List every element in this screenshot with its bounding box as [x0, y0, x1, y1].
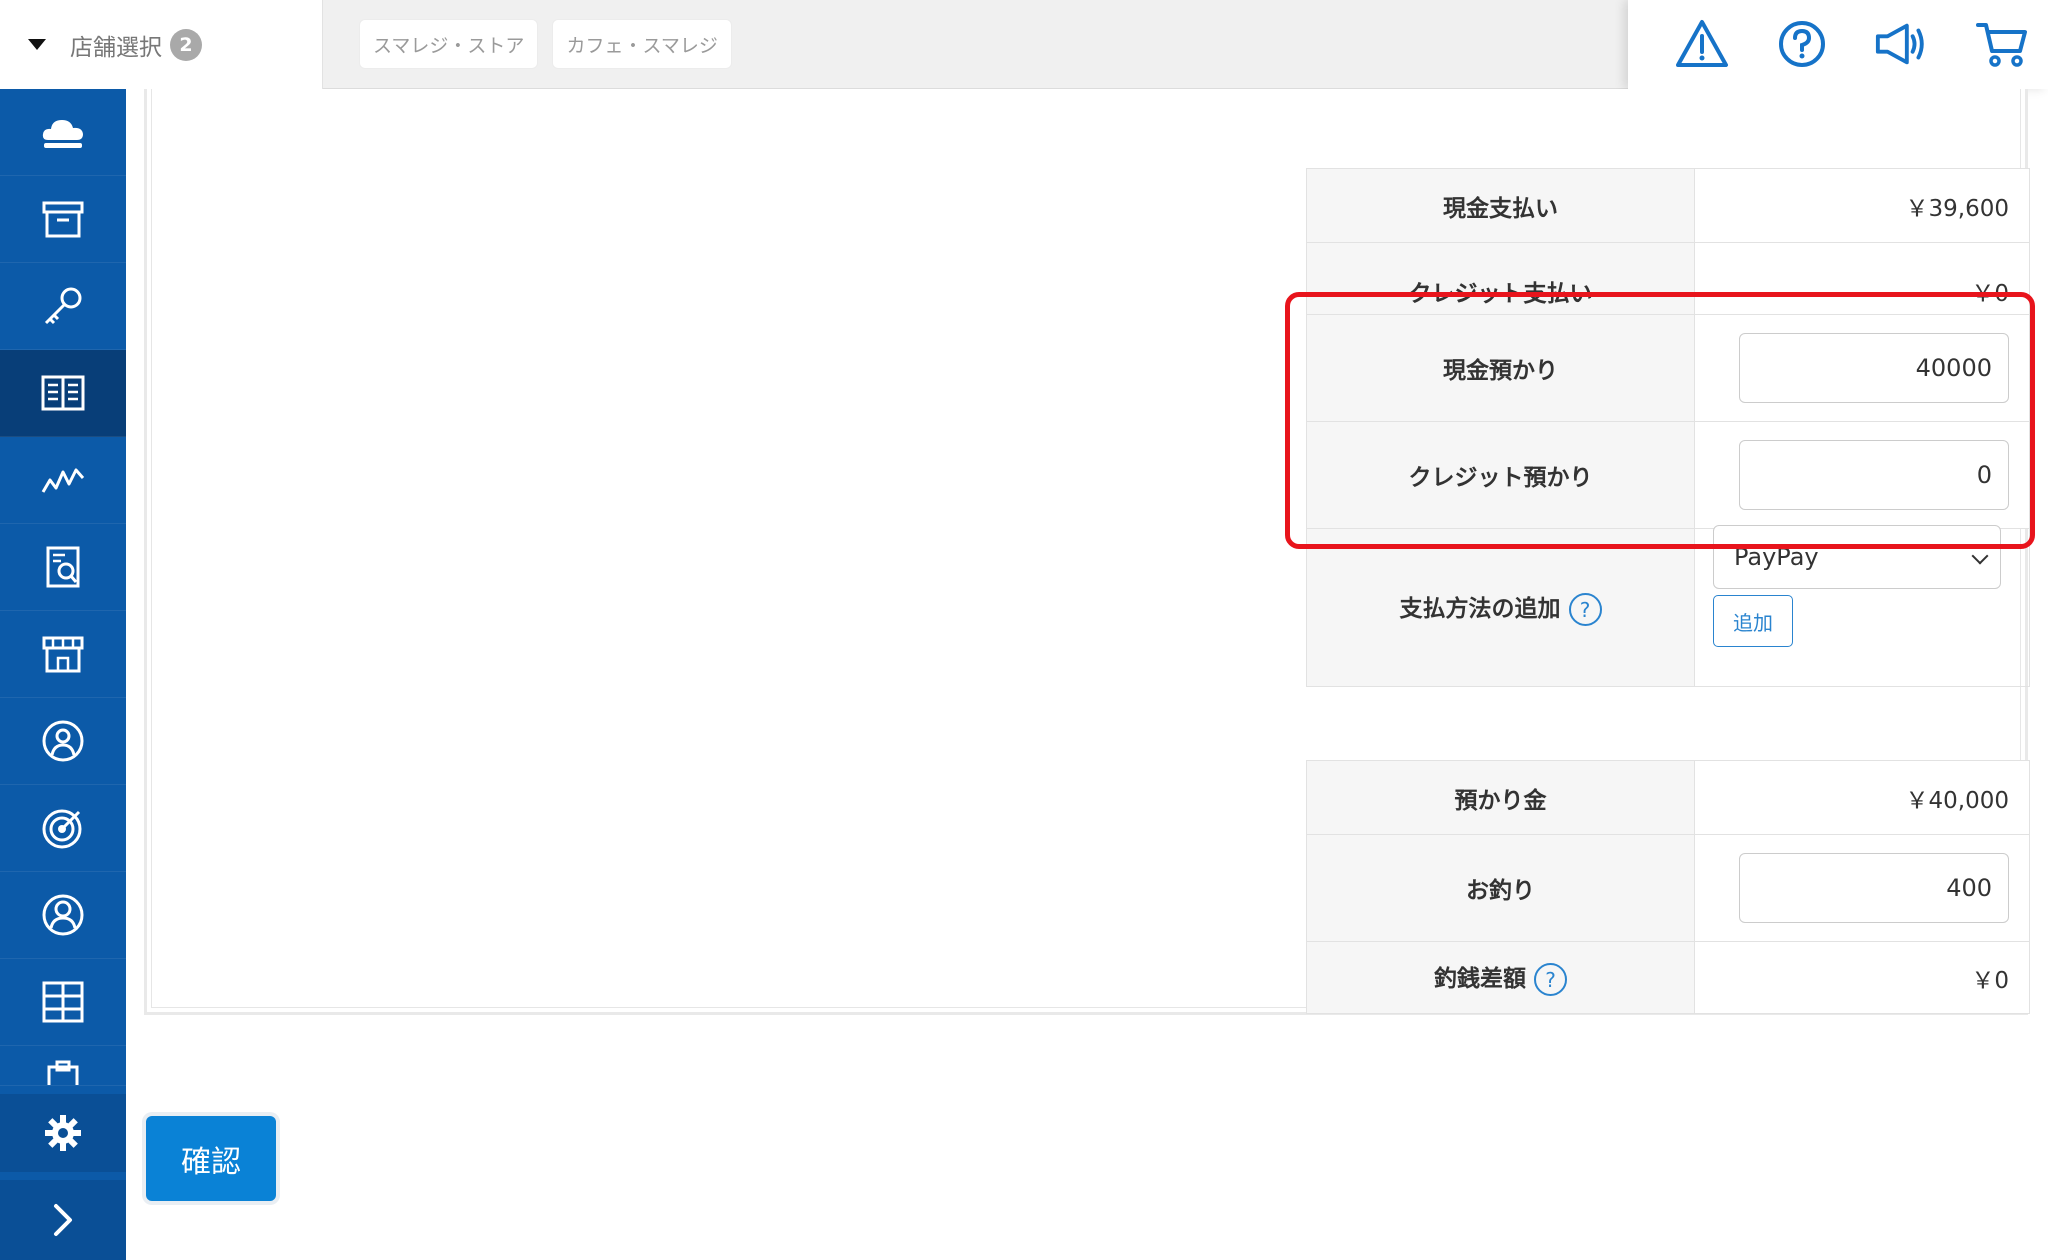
top-bar: 店舗選択 2 スマレジ・ストア カフェ・スマレジ: [0, 0, 2048, 89]
store-select-dropdown[interactable]: 店舗選択 2: [0, 0, 323, 89]
add-payment-method-cell: PayPay 追加: [1694, 525, 2030, 687]
store-chip[interactable]: カフェ・スマレジ: [552, 19, 732, 69]
sidebar-settings-button[interactable]: [0, 1094, 126, 1172]
sidebar-item-cloud[interactable]: [0, 89, 126, 176]
sidebar-item-customer[interactable]: [0, 698, 126, 785]
change-difference-value: ￥0: [1694, 941, 2030, 1014]
table-row: 預かり金 ￥40,000: [1306, 760, 2030, 835]
key-icon: [44, 287, 82, 325]
cash-payment-label: 現金支払い: [1306, 168, 1695, 243]
sidebar-item-user[interactable]: [0, 872, 126, 959]
chevron-right-icon: [54, 1204, 72, 1236]
change-cell: 400: [1694, 834, 2030, 942]
sidebar-item-archive[interactable]: [0, 176, 126, 263]
table-row: 支払方法の追加? PayPay 追加: [1306, 525, 2030, 687]
store-count-badge: 2: [170, 28, 202, 61]
caret-down-icon: [28, 39, 46, 50]
sidebar: [0, 89, 126, 1260]
store-select-label: 店舗選択: [70, 34, 162, 61]
target-icon: [42, 809, 82, 849]
confirm-button[interactable]: 確認: [146, 1116, 276, 1201]
change-difference-label-cell: 釣銭差額?: [1306, 941, 1695, 1014]
help-icon[interactable]: ?: [1568, 593, 1602, 626]
deposit-amount-label: 預かり金: [1306, 760, 1695, 835]
megaphone-icon[interactable]: [1874, 16, 1930, 72]
chart-line-icon: [41, 468, 85, 493]
sidebar-expand-button[interactable]: [0, 1180, 126, 1260]
selected-stores: スマレジ・ストア カフェ・スマレジ: [359, 19, 732, 69]
add-payment-method-button[interactable]: 追加: [1713, 595, 1793, 647]
sidebar-item-report[interactable]: [0, 524, 126, 611]
gear-icon: [45, 1115, 81, 1151]
sidebar-item-clipboard[interactable]: [0, 1046, 126, 1086]
book-icon: [41, 375, 85, 411]
table-row: 現金支払い ￥39,600: [1306, 168, 2030, 243]
add-payment-method-label-cell: 支払方法の追加?: [1306, 528, 1695, 687]
warning-icon[interactable]: [1674, 16, 1730, 72]
sidebar-item-key[interactable]: [0, 263, 126, 350]
change-input[interactable]: 400: [1739, 853, 2009, 923]
sidebar-item-target[interactable]: [0, 785, 126, 872]
sidebar-item-store[interactable]: [0, 611, 126, 698]
table-row: 釣銭差額? ￥0: [1306, 941, 2030, 1014]
clipboard-icon: [47, 1060, 79, 1085]
report-icon: [46, 546, 80, 588]
cloud-icon: [42, 120, 83, 148]
chevron-down-icon: [1971, 547, 1989, 565]
user-icon: [42, 894, 84, 936]
store-icon: [42, 636, 84, 673]
change-label: お釣り: [1306, 834, 1695, 942]
summary-table: 預かり金 ￥40,000 お釣り 400 釣銭差額? ￥0: [1306, 760, 2030, 1014]
store-chip[interactable]: スマレジ・ストア: [359, 19, 539, 69]
add-payment-method-label: 支払方法の追加: [1399, 596, 1561, 622]
help-icon[interactable]: [1774, 16, 1830, 72]
highlight-box: [1285, 292, 2035, 549]
cash-payment-value: ￥39,600: [1694, 168, 2030, 243]
layout-icon: [42, 981, 84, 1023]
cart-icon[interactable]: [1974, 16, 2030, 72]
change-difference-label: 釣銭差額: [1434, 966, 1526, 992]
sidebar-item-layout[interactable]: [0, 959, 126, 1046]
sidebar-item-analytics[interactable]: [0, 437, 126, 524]
header-icon-group: [1628, 0, 2048, 89]
sidebar-item-book[interactable]: [0, 350, 126, 437]
help-icon[interactable]: ?: [1534, 963, 1567, 996]
archive-icon: [42, 201, 84, 238]
customer-icon: [42, 720, 84, 762]
deposit-amount-value: ￥40,000: [1694, 760, 2030, 835]
table-row: お釣り 400: [1306, 834, 2030, 942]
